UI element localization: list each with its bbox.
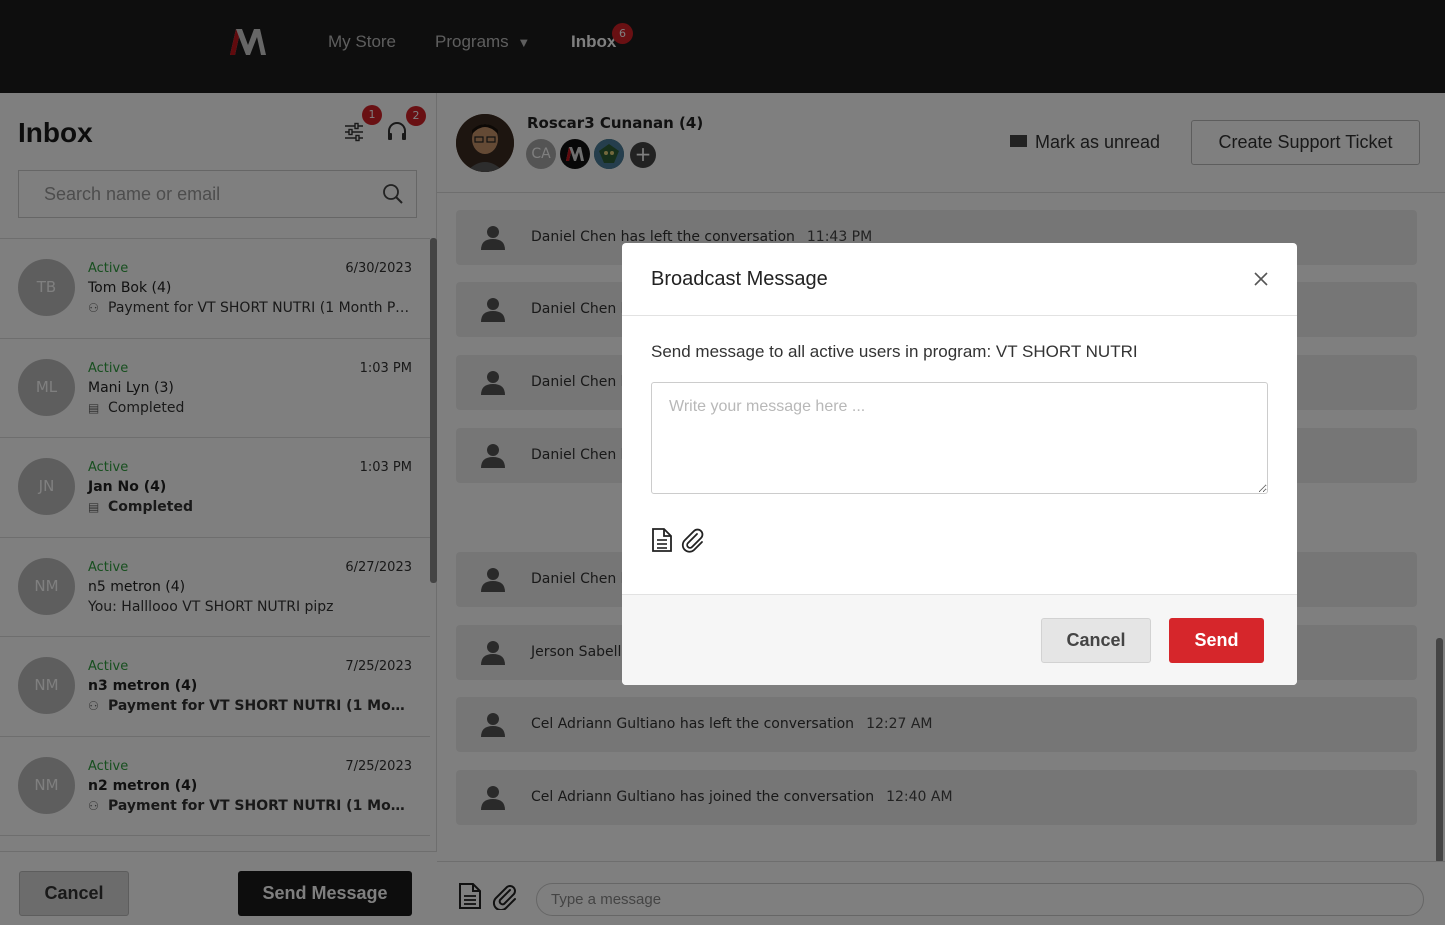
close-icon[interactable]	[1252, 270, 1270, 288]
modal-title: Broadcast Message	[651, 268, 828, 290]
modal-cancel-button[interactable]: Cancel	[1041, 618, 1151, 663]
modal-header: Broadcast Message	[622, 243, 1297, 316]
modal-footer: Cancel Send	[622, 594, 1297, 685]
broadcast-message-input[interactable]	[651, 382, 1268, 494]
document-icon[interactable]	[651, 527, 673, 553]
paperclip-icon[interactable]	[680, 527, 704, 553]
broadcast-message-modal: Broadcast Message Send message to all ac…	[622, 243, 1297, 685]
modal-description: Send message to all active users in prog…	[651, 342, 1138, 361]
modal-send-button[interactable]: Send	[1169, 618, 1264, 663]
